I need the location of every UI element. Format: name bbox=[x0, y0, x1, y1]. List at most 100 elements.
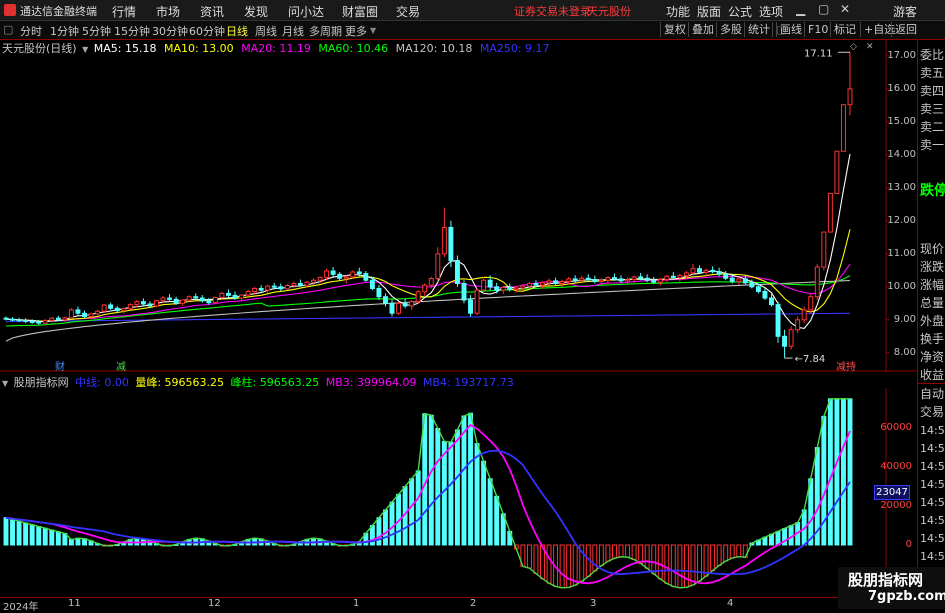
candle[interactable] bbox=[461, 280, 467, 304]
candle[interactable] bbox=[376, 285, 382, 301]
candle[interactable] bbox=[409, 300, 415, 310]
candle[interactable] bbox=[389, 299, 395, 317]
period-intraday[interactable]: 分时 bbox=[20, 23, 42, 39]
candle[interactable] bbox=[167, 294, 173, 302]
candle[interactable] bbox=[801, 306, 807, 324]
restore-rights-button[interactable]: 复权 bbox=[660, 22, 689, 37]
menu-formula[interactable]: 公式 bbox=[728, 3, 752, 20]
candle[interactable] bbox=[180, 299, 186, 306]
statistics-button[interactable]: 统计 bbox=[744, 22, 773, 37]
candle[interactable] bbox=[454, 255, 460, 287]
candle[interactable] bbox=[415, 290, 421, 304]
candle[interactable] bbox=[657, 278, 663, 286]
candle[interactable] bbox=[95, 309, 101, 316]
mark-button[interactable]: 标记 bbox=[830, 22, 859, 37]
candle[interactable] bbox=[664, 274, 670, 283]
candle[interactable] bbox=[284, 284, 290, 291]
candle[interactable] bbox=[840, 104, 846, 152]
candle[interactable] bbox=[788, 326, 794, 350]
candle[interactable] bbox=[337, 271, 343, 281]
restore-icon[interactable]: ▢ bbox=[818, 2, 829, 16]
chart-close-icon[interactable]: ✕ bbox=[866, 42, 874, 52]
candle[interactable] bbox=[108, 302, 114, 310]
candle[interactable] bbox=[723, 270, 729, 281]
candle[interactable] bbox=[762, 288, 768, 301]
event-mark[interactable]: 减持 bbox=[836, 360, 856, 372]
candle[interactable] bbox=[55, 315, 61, 321]
menu-trade[interactable]: 交易 bbox=[396, 3, 420, 20]
panel-trade[interactable]: 交易 bbox=[920, 403, 944, 420]
candle[interactable] bbox=[422, 283, 428, 297]
period-more[interactable]: 更多 bbox=[345, 23, 367, 39]
candle[interactable] bbox=[363, 270, 369, 282]
candle[interactable] bbox=[29, 319, 35, 324]
candle[interactable] bbox=[677, 273, 683, 282]
menu-news[interactable]: 资讯 bbox=[200, 3, 224, 20]
candle[interactable] bbox=[448, 220, 454, 268]
back-button[interactable]: 返回 bbox=[891, 22, 920, 37]
candle[interactable] bbox=[585, 274, 591, 282]
period-monthly[interactable]: 月线 bbox=[282, 23, 304, 39]
toolbar-square-icon[interactable]: ▢ bbox=[3, 23, 13, 36]
menu-function[interactable]: 功能 bbox=[666, 3, 690, 20]
candle[interactable] bbox=[814, 263, 820, 301]
menu-market[interactable]: 市场 bbox=[156, 3, 180, 20]
candle[interactable] bbox=[553, 277, 559, 286]
panel-auto[interactable]: 自动 bbox=[920, 385, 944, 402]
zoom-diamond-icon[interactable]: ◇ bbox=[850, 42, 857, 52]
candle[interactable] bbox=[402, 298, 408, 309]
candle[interactable] bbox=[225, 289, 231, 298]
candle[interactable] bbox=[330, 267, 336, 277]
f10-button[interactable]: F10 bbox=[804, 22, 831, 37]
candle[interactable] bbox=[559, 279, 565, 287]
close-icon[interactable]: ✕ bbox=[840, 2, 850, 16]
menu-wealth-circle[interactable]: 财富圈 bbox=[342, 3, 378, 20]
candle[interactable] bbox=[572, 275, 578, 283]
indicator-dropdown-icon[interactable]: ▼ bbox=[2, 379, 8, 388]
candle[interactable] bbox=[795, 316, 801, 334]
candle[interactable] bbox=[827, 192, 833, 233]
menu-options[interactable]: 选项 bbox=[759, 3, 783, 20]
event-mark[interactable]: 财 bbox=[55, 360, 65, 372]
overlay-button[interactable]: 叠加 bbox=[688, 22, 717, 37]
candle[interactable] bbox=[592, 275, 598, 284]
candle[interactable] bbox=[278, 283, 284, 292]
candle[interactable] bbox=[736, 276, 742, 285]
candle[interactable] bbox=[68, 308, 74, 320]
candle[interactable] bbox=[435, 247, 441, 282]
candle[interactable] bbox=[291, 281, 297, 289]
menu-ask[interactable]: 问小达 bbox=[288, 3, 324, 20]
candle[interactable] bbox=[3, 316, 9, 321]
candle[interactable] bbox=[127, 303, 133, 310]
candle[interactable] bbox=[847, 52, 853, 116]
trade-login-warning[interactable]: 证券交易未登录 bbox=[514, 3, 591, 19]
period-weekly[interactable]: 周线 bbox=[255, 23, 277, 39]
menu-quotes[interactable]: 行情 bbox=[112, 3, 136, 20]
candle[interactable] bbox=[121, 307, 127, 314]
candle[interactable] bbox=[212, 296, 218, 304]
candle[interactable] bbox=[494, 282, 500, 294]
candle[interactable] bbox=[10, 317, 16, 322]
candle[interactable] bbox=[500, 286, 506, 295]
more-chevron-down-icon[interactable]: ▼ bbox=[370, 26, 376, 35]
period-multi[interactable]: 多周期 bbox=[309, 23, 342, 39]
candle[interactable] bbox=[782, 329, 788, 359]
period-5min[interactable]: 5分钟 bbox=[82, 23, 111, 39]
period-60min[interactable]: 60分钟 bbox=[189, 23, 225, 39]
draw-line-button[interactable]: 画线 bbox=[776, 22, 805, 37]
candle[interactable] bbox=[605, 276, 611, 284]
candle[interactable] bbox=[154, 300, 159, 308]
candle[interactable] bbox=[710, 266, 716, 274]
candle[interactable] bbox=[82, 310, 87, 319]
period-15min[interactable]: 15分钟 bbox=[114, 23, 150, 39]
guest-login[interactable]: 游客 bbox=[893, 3, 917, 20]
candle[interactable] bbox=[540, 281, 545, 289]
candle[interactable] bbox=[716, 267, 722, 277]
candle[interactable] bbox=[474, 288, 480, 315]
candle[interactable] bbox=[23, 318, 29, 324]
candle[interactable] bbox=[775, 301, 781, 343]
menu-discover[interactable]: 发现 bbox=[244, 3, 268, 20]
candle[interactable] bbox=[808, 293, 814, 314]
candle[interactable] bbox=[265, 284, 271, 293]
candle[interactable] bbox=[75, 306, 81, 315]
